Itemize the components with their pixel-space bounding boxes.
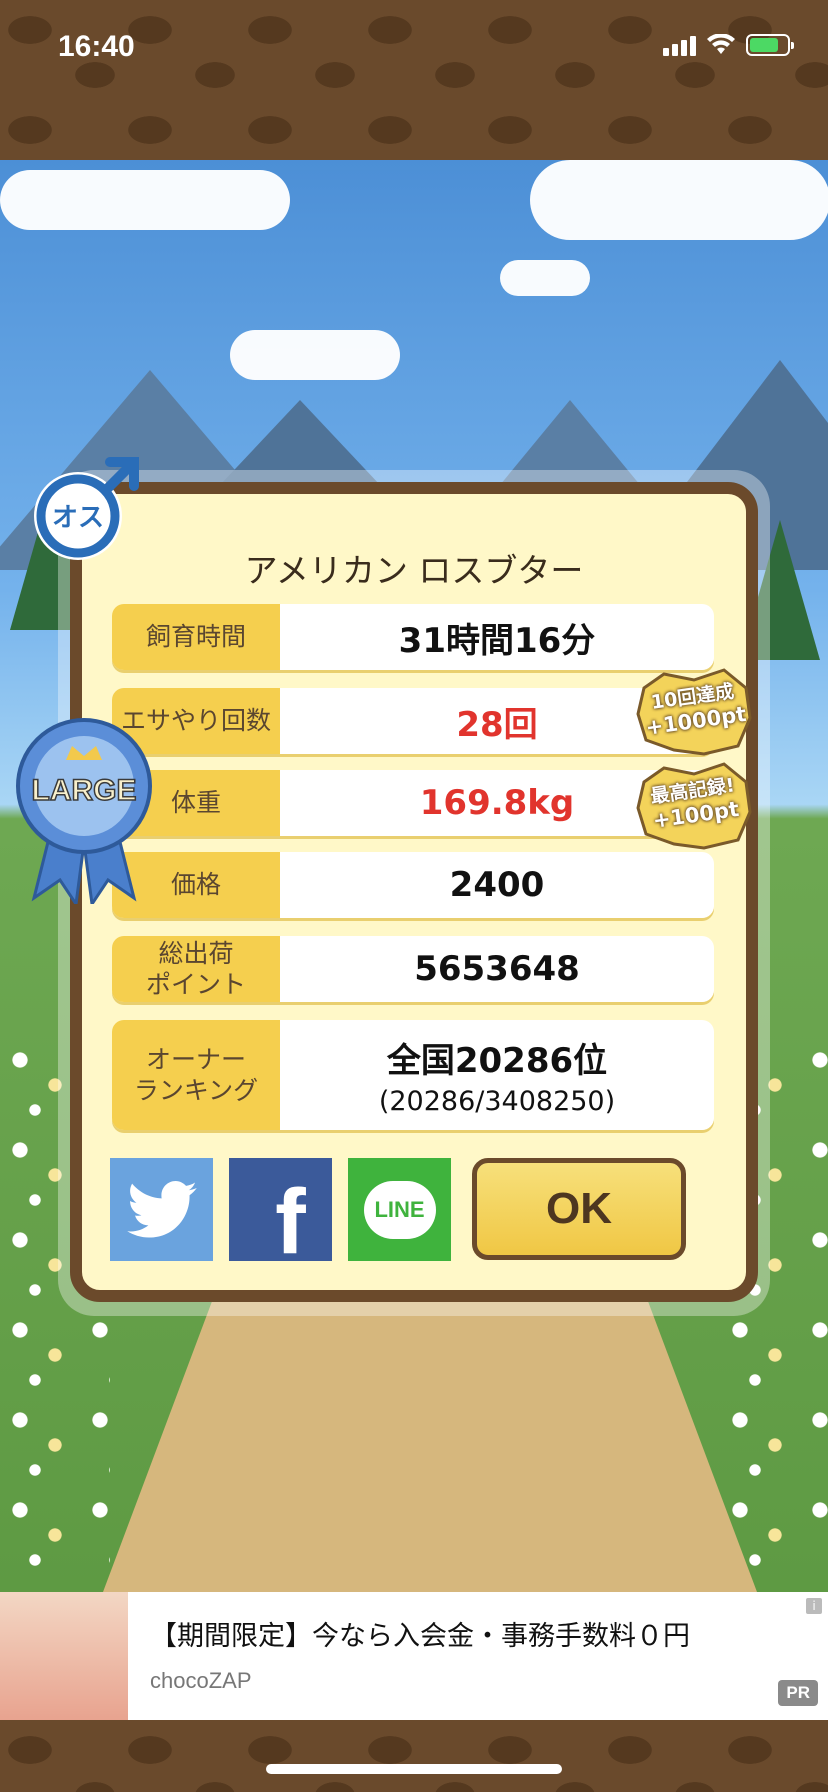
stat-row-price: 価格 2400 (112, 852, 714, 918)
ad-thumbnail-image[interactable] (0, 1592, 128, 1720)
bottom-pattern-band (0, 1720, 828, 1792)
stat-value: 2400 (280, 852, 714, 918)
top-pattern-band (0, 0, 828, 160)
bonus-badge-record: 最高記録! +100pt (634, 762, 754, 852)
facebook-share-button[interactable]: f (229, 1158, 332, 1273)
ad-title[interactable]: 【期間限定】今なら入会金・事務手数料０円 (150, 1614, 690, 1653)
stat-label: 総出荷 ポイント (112, 936, 280, 1002)
male-gender-badge: オス (34, 457, 139, 560)
battery-icon (746, 34, 794, 56)
line-share-button[interactable]: LINE (348, 1158, 451, 1261)
stat-row-breeding-time: 飼育時間 31時間16分 (112, 604, 714, 670)
stat-value: 31時間16分 (280, 604, 714, 670)
pet-name-title: アメリカン ロスブター (244, 551, 584, 590)
stat-value: 5653648 (280, 936, 714, 1002)
wifi-icon (707, 34, 735, 54)
twitter-share-button[interactable] (110, 1158, 213, 1261)
gender-badge-text: オス (52, 503, 104, 533)
ad-pr-label: PR (778, 1680, 818, 1706)
cloud (530, 160, 828, 240)
cellular-signal-icon (663, 34, 696, 56)
stat-value: 全国20286位 (20286/3408250) (280, 1020, 714, 1130)
ad-info-icon[interactable]: i (806, 1598, 822, 1614)
stat-label: 飼育時間 (112, 604, 280, 670)
ranking-value: 全国20286位 (386, 1041, 608, 1081)
ad-banner[interactable]: 【期間限定】今なら入会金・事務手数料０円 chocoZAP PR i (0, 1592, 828, 1720)
large-badge-text: LARGE (32, 774, 137, 807)
cloud (0, 170, 290, 230)
twitter-icon (126, 1180, 197, 1238)
stat-row-shipping-points: 総出荷 ポイント 5653648 (112, 936, 714, 1002)
stat-row-weight: 体重 169.8kg (112, 770, 714, 836)
ok-button[interactable]: OK (472, 1158, 686, 1260)
home-indicator[interactable] (266, 1764, 562, 1774)
line-icon-text: LINE (374, 1196, 425, 1222)
ad-brand[interactable]: chocoZAP (150, 1668, 252, 1694)
status-icons (663, 34, 794, 56)
cloud (500, 260, 590, 296)
stat-row-feed-count: エサやり回数 28回 (112, 688, 714, 754)
stat-row-owner-ranking: オーナー ランキング 全国20286位 (20286/3408250) (112, 1020, 714, 1130)
large-size-ribbon-badge: LARGE (16, 718, 152, 904)
facebook-icon: f (275, 1171, 306, 1273)
bonus-badge-10-times: 10回達成 +1000pt (634, 668, 754, 758)
status-time: 16:40 (58, 30, 135, 63)
stat-label: オーナー ランキング (112, 1020, 280, 1130)
ranking-detail: (20286/3408250) (378, 1086, 616, 1117)
line-icon: LINE (363, 1180, 436, 1239)
